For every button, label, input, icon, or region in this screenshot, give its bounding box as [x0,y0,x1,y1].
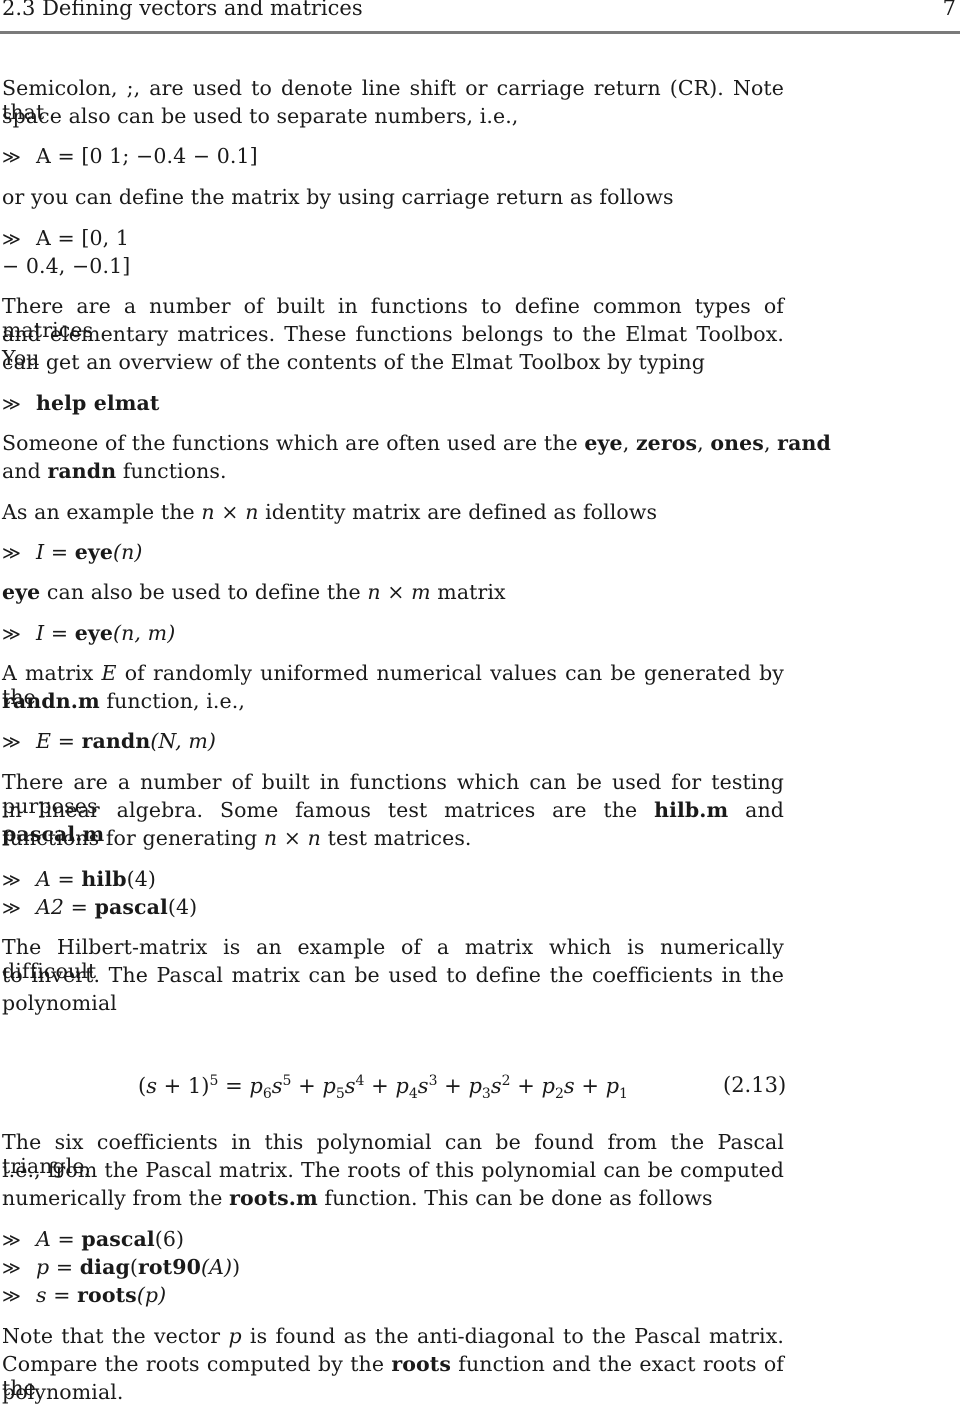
code-line: ≫ I = eye(n) [2,540,143,564]
code-line: ≫ help elmat [2,391,160,415]
code-line: ≫ A = [0, 1 [2,226,130,250]
prompt-icon: ≫ [2,1258,21,1279]
prompt-icon: ≫ [2,870,21,891]
prompt-icon: ≫ [2,229,21,250]
paragraph-line: As an example the n × n identity matrix … [2,500,658,524]
code-line: ≫ E = randn(N, m) [2,729,217,753]
equation-number: (2.13) [723,1073,787,1097]
paragraph-line: i.e., from the Pascal matrix. The roots … [2,1158,784,1182]
paragraph-line: functions for generating n × n test matr… [2,826,472,850]
code-line: ≫ A = pascal(6) [2,1227,185,1251]
paragraph-line: or you can define the matrix by using ca… [2,185,674,209]
code-line: ≫ A = [0 1; −0.4 − 0.1] [2,144,258,168]
page-number: 7 [942,0,956,20]
prompt-icon: ≫ [2,898,21,919]
paragraph-line: numerically from the roots.m function. T… [2,1186,713,1210]
prompt-icon: ≫ [2,147,21,168]
paragraph-line: polynomial [2,991,117,1015]
prompt-icon: ≫ [2,1230,21,1251]
code-line: ≫ I = eye(n, m) [2,621,176,645]
prompt-icon: ≫ [2,394,21,415]
prompt-icon: ≫ [2,732,21,753]
header-rule [0,31,960,34]
paragraph-line: can get an overview of the contents of t… [2,350,705,374]
paragraph-line: polynomial. [2,1380,124,1404]
equation: (s + 1)5 = p6s5 + p5s4 + p4s3 + p3s2 + p… [138,1073,628,1103]
paragraph-line: eye can also be used to define the n × m… [2,580,506,604]
prompt-icon: ≫ [2,624,21,645]
code-line: ≫ s = roots(p) [2,1283,167,1307]
prompt-icon: ≫ [2,543,21,564]
running-header: 2.3 Defining vectors and matrices 7 [2,0,958,26]
paragraph-line: space also can be used to separate numbe… [2,104,519,128]
code-line: ≫ A2 = pascal(4) [2,895,198,919]
code-line: ≫ p = diag(rot90(A)) [2,1255,241,1279]
paragraph-line: to invert. The Pascal matrix can be used… [2,963,784,987]
code-line: − 0.4, −0.1] [2,254,131,278]
code-line: ≫ A = hilb(4) [2,867,156,891]
paragraph-line: randn.m function, i.e., [2,689,245,713]
prompt-icon: ≫ [2,1286,21,1307]
section-title: 2.3 Defining vectors and matrices [2,0,363,20]
paragraph-line: Note that the vector p is found as the a… [2,1324,784,1348]
paragraph-line: and randn functions. [2,459,227,483]
paragraph-line: Someone of the functions which are often… [2,431,831,455]
